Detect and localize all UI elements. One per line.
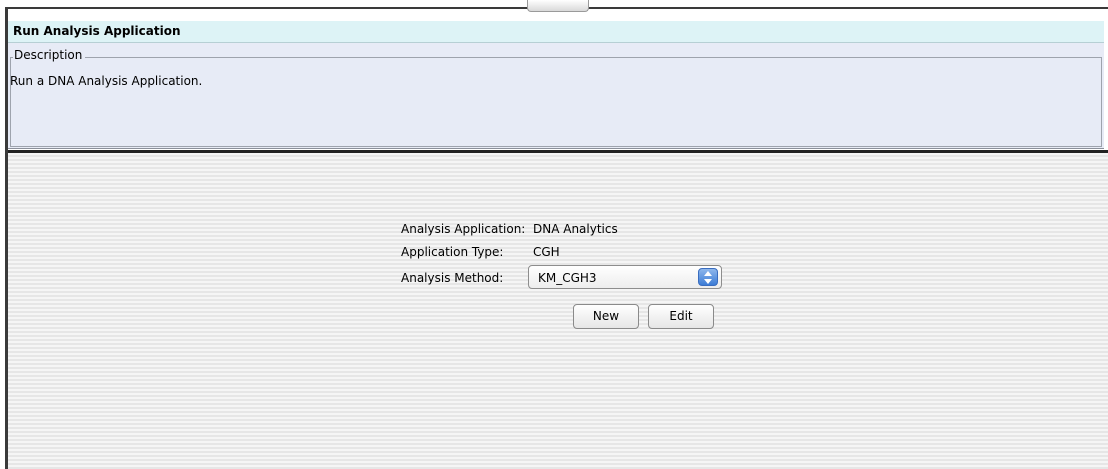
edit-button[interactable]: Edit (648, 304, 714, 329)
new-button[interactable]: New (573, 304, 639, 329)
analysis-method-selected-value: KM_CGH3 (538, 271, 597, 285)
title-bar: Run Analysis Application (8, 21, 1104, 43)
description-legend: Description (13, 48, 86, 62)
run-analysis-window: Run Analysis Application Description Run… (0, 0, 1108, 469)
description-fieldset (10, 57, 1102, 147)
main-panel (8, 153, 1108, 469)
application-type-value: CGH (533, 245, 560, 259)
description-text: Run a DNA Analysis Application. (10, 74, 203, 88)
application-type-label: Application Type: (401, 245, 504, 259)
description-panel: Description Run a DNA Analysis Applicati… (8, 43, 1104, 149)
analysis-method-select[interactable]: KM_CGH3 (528, 265, 722, 289)
page-title: Run Analysis Application (13, 24, 181, 38)
analysis-application-label: Analysis Application: (401, 222, 526, 236)
analysis-method-label: Analysis Method: (401, 271, 504, 285)
splitter-handle[interactable] (527, 0, 589, 12)
up-down-arrows-icon[interactable] (698, 268, 718, 286)
analysis-application-value: DNA Analytics (533, 222, 618, 236)
